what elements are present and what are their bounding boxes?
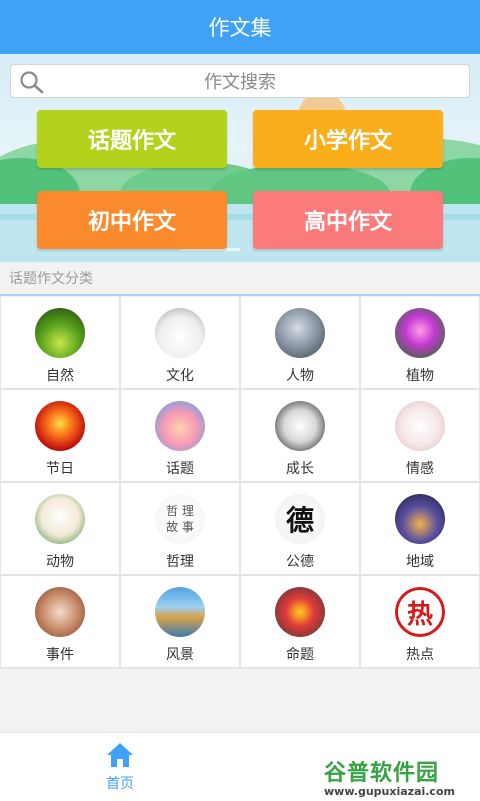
topic-label: 自然: [46, 368, 74, 384]
topic-tile[interactable]: 植物: [361, 297, 479, 388]
hearts-image: [395, 401, 445, 451]
primary-essay-label: 小学作文: [303, 129, 392, 154]
topic-label: 公德: [286, 554, 314, 570]
topic-label: 命题: [286, 647, 314, 663]
flower-image: [395, 308, 445, 358]
topic-thumb-text-line: 故 事: [166, 520, 194, 534]
topic-thumb-text: 德: [275, 494, 325, 544]
topic-thumb-text-line: 德: [285, 504, 314, 537]
middle-school-essay-label: 初中作文: [87, 210, 176, 235]
topic-label: 哲理: [166, 554, 194, 570]
tab-home[interactable]: 首页: [88, 739, 152, 795]
high-school-essay-button[interactable]: 高中作文: [253, 191, 443, 249]
tab-home-label: 首页: [106, 776, 134, 792]
topic-label: 成长: [286, 461, 314, 477]
virtue-calligraphy-image: 德: [275, 494, 325, 544]
landscape-image: [155, 587, 205, 637]
calligraphy-image: [155, 308, 205, 358]
topic-label: 热点: [406, 647, 434, 663]
watermark-url: www.gupuxiazai.com: [324, 785, 455, 798]
topic-essay-button[interactable]: 话题作文: [37, 110, 227, 168]
watermark: 谷普软件园 www.gupuxiazai.com: [324, 755, 474, 799]
middle-school-essay-button[interactable]: 初中作文: [37, 191, 227, 249]
hot-stamp-image: 热: [395, 587, 445, 637]
topic-label: 地域: [406, 554, 434, 570]
topic-tile[interactable]: 文化: [121, 297, 239, 388]
city-night-image: [395, 494, 445, 544]
topic-tile[interactable]: 地域: [361, 483, 479, 574]
app-title-bar: 作文集: [0, 0, 480, 54]
topic-thumb-text: 热: [395, 587, 445, 637]
watermark-title: 谷普软件园: [324, 761, 440, 786]
primary-essay-button[interactable]: 小学作文: [253, 110, 443, 168]
topic-label: 动物: [46, 554, 74, 570]
topic-tile[interactable]: 哲 理故 事哲理: [121, 483, 239, 574]
topic-label: 文化: [166, 368, 194, 384]
topic-thumb-text-line: 热: [406, 599, 433, 630]
topic-label: 植物: [406, 368, 434, 384]
topic-tile[interactable]: 成长: [241, 390, 359, 481]
topic-tile[interactable]: 动物: [1, 483, 119, 574]
section-heading: 话题作文分类: [0, 262, 480, 296]
topic-label: 节日: [46, 461, 74, 477]
topic-tile[interactable]: 人物: [241, 297, 359, 388]
topic-label: 话题: [166, 461, 194, 477]
topic-tile[interactable]: 自然: [1, 297, 119, 388]
topic-label: 风景: [166, 647, 194, 663]
topic-tile[interactable]: 热热点: [361, 576, 479, 667]
grass-image: [35, 308, 85, 358]
topic-label: 事件: [46, 647, 74, 663]
puppy-image: [35, 494, 85, 544]
hero-banner: 作文搜索 话题作文 小学作文 初中作文 高中作文: [0, 54, 480, 262]
search-icon: [20, 71, 44, 94]
topic-tile[interactable]: 风景: [121, 576, 239, 667]
topic-thumb-text: 哲 理故 事: [155, 494, 205, 544]
art-image: [275, 587, 325, 637]
topic-tile[interactable]: 节日: [1, 390, 119, 481]
event-image: [35, 587, 85, 637]
topic-tile[interactable]: 话题: [121, 390, 239, 481]
topic-tile[interactable]: 事件: [1, 576, 119, 667]
philosophy-text-image: 哲 理故 事: [155, 494, 205, 544]
fireworks-image: [35, 401, 85, 451]
topic-tile[interactable]: 命题: [241, 576, 359, 667]
silhouettes-image: [275, 401, 325, 451]
topic-label: 情感: [406, 461, 434, 477]
person-image: [275, 308, 325, 358]
app-title: 作文集: [208, 16, 272, 40]
topic-essay-label: 话题作文: [87, 129, 176, 154]
high-school-essay-label: 高中作文: [303, 210, 392, 235]
search-input[interactable]: 作文搜索: [10, 64, 470, 98]
topic-tile[interactable]: 情感: [361, 390, 479, 481]
chat-couple-image: [155, 401, 205, 451]
topic-grid: 自然 文化 人物 植物 节日 话题 成长 情感 动物哲 理故 事哲理德公德 地域 事件 风景 命题热热点: [0, 297, 480, 669]
search-placeholder: 作文搜索: [204, 72, 276, 93]
topic-thumb-text-line: 哲 理: [166, 504, 194, 518]
topic-label: 人物: [286, 368, 314, 384]
topic-tile[interactable]: 德公德: [241, 483, 359, 574]
home-icon: [107, 743, 133, 767]
